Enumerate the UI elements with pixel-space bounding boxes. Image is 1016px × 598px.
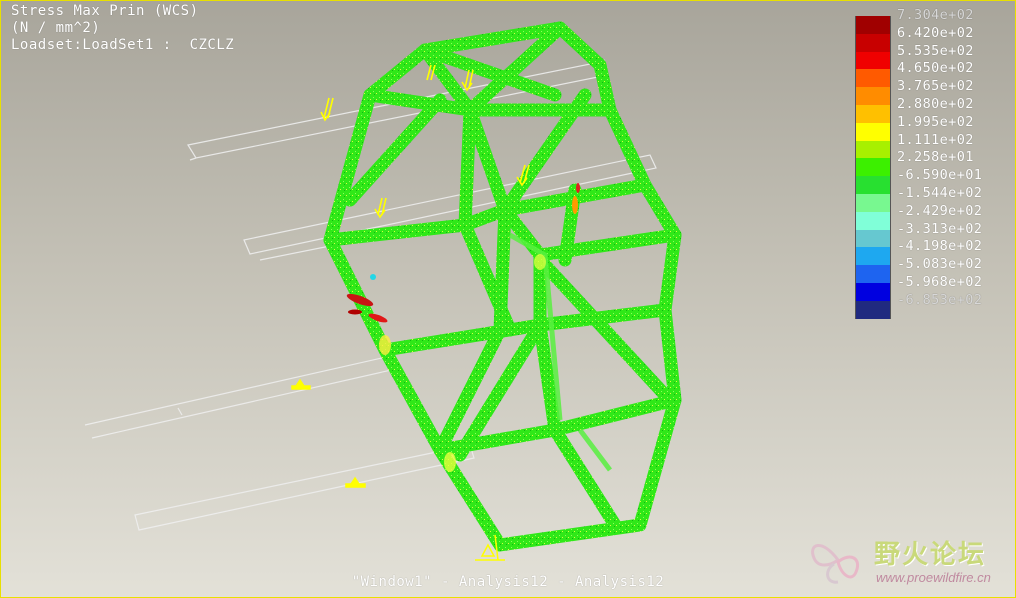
legend-value-label: -3.313e+02 — [897, 220, 983, 237]
legend-color-swatch — [855, 211, 891, 230]
legend-value-label: 2.880e+02 — [897, 95, 974, 112]
watermark-title: 野火论坛 — [874, 540, 987, 570]
legend-color-swatch — [855, 87, 891, 105]
legend-value-label: -1.544e+02 — [897, 184, 983, 201]
legend-color-swatch — [855, 33, 891, 52]
watermark-logo: 野火论坛 www.proewildfire.cn — [804, 530, 1014, 592]
legend-color-swatch — [855, 158, 891, 177]
result-units-label: (N / mm^2) — [11, 20, 101, 36]
butterfly-logo-icon — [811, 544, 859, 584]
legend-value-label: -6.853e+02 — [897, 291, 983, 308]
legend-value-label: 2.258e+01 — [897, 149, 974, 166]
legend-color-swatch — [855, 300, 891, 319]
legend-value-label: 6.420e+02 — [897, 24, 974, 41]
legend-value-label: 3.765e+02 — [897, 78, 974, 95]
legend-color-swatch — [855, 104, 891, 123]
legend-value-label: -5.968e+02 — [897, 273, 983, 290]
legend-value-label: 4.650e+02 — [897, 60, 974, 77]
legend-color-swatch — [855, 51, 891, 70]
legend-value-label: -5.083e+02 — [897, 256, 983, 273]
color-legend: 7.304e+02 6.420e+02 5.535e+02 4.650e+02 3.76… — [853, 7, 1013, 319]
watermark-url: www.proewildfire.cn — [876, 570, 991, 585]
constraint-symbols — [291, 378, 505, 561]
legend-color-swatch — [855, 176, 891, 194]
legend-value-label: 1.995e+02 — [897, 113, 974, 130]
legend-color-swatch — [855, 140, 891, 159]
legend-value-label: 5.535e+02 — [897, 42, 974, 59]
legend-color-swatch — [855, 122, 891, 141]
result-quantity-label: Stress Max Prin (WCS) — [11, 3, 199, 19]
legend-color-swatch — [855, 247, 891, 266]
loadset-label: Loadset:LoadSet1 : CZCLZ — [11, 37, 235, 53]
legend-value-label: 7.304e+02 — [897, 7, 974, 23]
legend-value-label: -6.590e+01 — [897, 167, 983, 184]
legend-value-label: -2.429e+02 — [897, 202, 983, 219]
legend-color-swatch — [855, 16, 891, 34]
result-header: Stress Max Prin (WCS) (N / mm^2) Loadset… — [11, 3, 234, 54]
legend-color-swatch — [855, 229, 891, 248]
legend-color-swatch — [855, 265, 891, 283]
legend-color-swatch — [855, 69, 891, 88]
legend-color-swatch — [855, 193, 891, 212]
legend-value-label: -4.198e+02 — [897, 238, 983, 255]
legend-color-swatch — [855, 282, 891, 301]
legend-row: -6.853e+02 — [853, 292, 1013, 319]
legend-value-label: 1.111e+02 — [897, 131, 974, 148]
